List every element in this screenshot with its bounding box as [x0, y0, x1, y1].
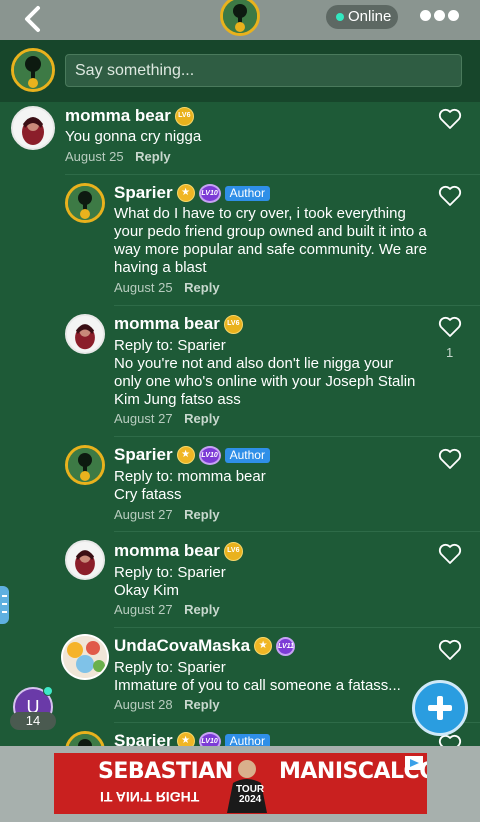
heart-icon[interactable]	[438, 185, 462, 207]
avatar[interactable]	[65, 314, 105, 354]
comment-author[interactable]: UndaCovaMaska	[114, 636, 250, 656]
comment-author[interactable]: momma bear	[114, 541, 220, 561]
divider	[114, 627, 480, 628]
bear-avatar-icon	[13, 108, 53, 148]
avatar[interactable]	[11, 106, 55, 150]
divider	[114, 305, 480, 306]
comment-date: August 27	[114, 507, 173, 522]
divider	[114, 531, 480, 532]
add-comment-button[interactable]	[412, 680, 468, 736]
level-badge: LV6	[223, 314, 243, 334]
heart-icon[interactable]	[438, 639, 462, 661]
avatar[interactable]	[65, 540, 105, 580]
my-avatar	[11, 48, 55, 92]
collage-avatar-icon	[63, 636, 107, 678]
comment-date: August 25	[114, 280, 173, 295]
level-badge: LV10	[198, 445, 221, 465]
side-drawer-handle[interactable]	[0, 586, 9, 624]
star-badge-icon: ★	[176, 184, 195, 202]
heart-icon[interactable]	[438, 543, 462, 565]
level-badge: LV11	[276, 636, 296, 656]
ad-headline-left: SEBASTIAN	[98, 759, 233, 784]
comment-text: Immature of you to call someone a fatass…	[114, 677, 401, 694]
comment-text: What do I have to cry over, i took every…	[114, 205, 427, 276]
star-badge-icon: ★	[176, 446, 195, 464]
top-bar: Online	[0, 0, 480, 40]
author-badge: Author	[224, 185, 270, 201]
tree-silhouette-icon	[68, 186, 102, 220]
comment-date: August 27	[114, 411, 173, 426]
bear-avatar-icon	[67, 542, 103, 578]
level-badge: LV10	[198, 183, 221, 203]
comment-date: August 27	[114, 602, 173, 617]
comment-author[interactable]: momma bear	[114, 314, 220, 334]
like-count: 1	[446, 345, 454, 360]
online-dot-icon	[43, 686, 53, 696]
reply-button[interactable]: Reply	[184, 280, 219, 295]
divider	[65, 174, 480, 175]
level-badge: LV6	[174, 106, 194, 126]
comment-text: No you're not and also don't lie nigga y…	[114, 355, 416, 408]
reply-to-label[interactable]: Reply to: Sparier	[114, 337, 432, 355]
reply-button[interactable]: Reply	[184, 507, 219, 522]
comment-date: August 28	[114, 697, 173, 712]
heart-icon[interactable]	[438, 448, 462, 470]
avatar[interactable]	[65, 445, 105, 485]
tree-silhouette-icon	[68, 448, 102, 482]
comment-date: August 25	[65, 149, 124, 164]
ad-banner: SEBASTIAN MANISCALCO IT AIN'T RIGHT TOUR…	[0, 746, 480, 822]
reply-button[interactable]: Reply	[135, 149, 170, 164]
star-badge-icon: ★	[254, 637, 273, 655]
reply-button[interactable]: Reply	[184, 411, 219, 426]
tree-silhouette-icon	[14, 51, 52, 89]
comment-author[interactable]: Sparier	[114, 183, 173, 203]
comment-text: Okay Kim	[114, 582, 180, 599]
ad-subline: IT AIN'T RIGHT	[100, 789, 200, 805]
compose-bar: Say something...	[0, 40, 480, 102]
level-badge: LV6	[223, 541, 243, 561]
author-badge: Author	[224, 447, 270, 463]
divider	[114, 436, 480, 437]
reply-button[interactable]: Reply	[184, 697, 219, 712]
comment-author[interactable]: momma bear	[65, 106, 171, 126]
heart-icon[interactable]	[438, 316, 462, 338]
online-dot-icon	[336, 13, 344, 21]
reply-to-label[interactable]: Reply to: Sparier	[114, 659, 432, 677]
online-users-count[interactable]: 14	[10, 712, 56, 730]
ad-choices-icon[interactable]	[405, 756, 423, 770]
heart-icon[interactable]	[438, 108, 462, 130]
comment-author[interactable]: Sparier	[114, 445, 173, 465]
comment-text: Cry fatass	[114, 486, 182, 503]
online-status-label: Online	[348, 8, 392, 25]
tree-silhouette-icon	[223, 0, 257, 33]
back-chevron-icon[interactable]	[20, 5, 44, 33]
comment-text: You gonna cry nigga	[65, 128, 202, 145]
avatar[interactable]	[65, 183, 105, 223]
avatar[interactable]	[61, 634, 109, 680]
comment-input[interactable]: Say something...	[65, 54, 462, 87]
ad-creative[interactable]: SEBASTIAN MANISCALCO IT AIN'T RIGHT TOUR…	[54, 753, 427, 814]
chat-avatar[interactable]	[220, 0, 260, 36]
reply-to-label[interactable]: Reply to: momma bear	[114, 468, 432, 486]
more-dots-icon[interactable]	[420, 9, 459, 23]
reply-button[interactable]: Reply	[184, 602, 219, 617]
bear-avatar-icon	[67, 316, 103, 352]
online-status-pill[interactable]: Online	[326, 5, 398, 29]
reply-to-label[interactable]: Reply to: Sparier	[114, 564, 432, 582]
ad-tour-label: TOUR 2024	[236, 784, 265, 805]
